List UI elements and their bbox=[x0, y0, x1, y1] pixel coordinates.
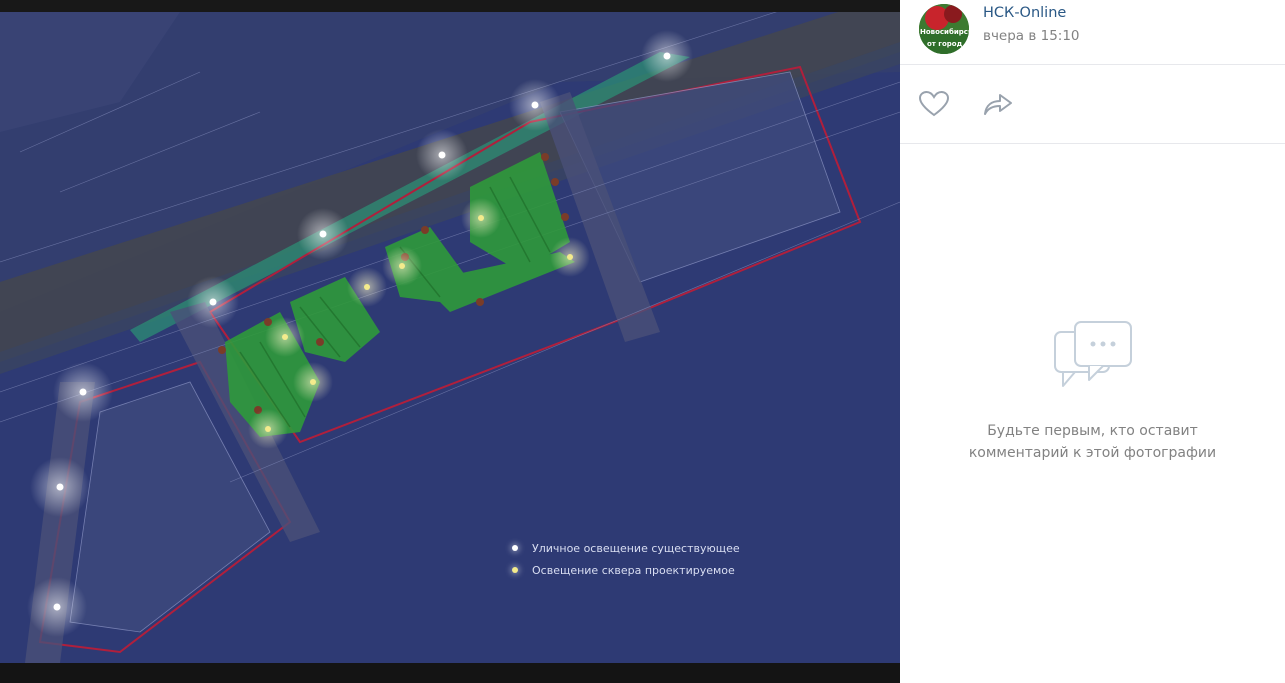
viewer-topbar bbox=[0, 0, 900, 12]
share-button[interactable] bbox=[981, 87, 1015, 121]
photo-image[interactable]: Уличное освещение существующее Освещение… bbox=[0, 12, 900, 663]
photo-sidebar: Новосибирск от город НСК-Online вчера в … bbox=[900, 0, 1285, 683]
post-actions bbox=[900, 65, 1285, 144]
share-arrow-icon bbox=[984, 94, 1012, 115]
author-name-link[interactable]: НСК-Online bbox=[983, 5, 1066, 21]
comments-empty-text: Будьте первым, кто оставит комментарий к… bbox=[968, 423, 1217, 461]
legend-label: Уличное освещение существующее bbox=[532, 541, 740, 555]
legend-dot-projected bbox=[512, 567, 518, 573]
post-author-header: Новосибирск от город НСК-Online вчера в … bbox=[900, 0, 1285, 65]
post-time[interactable]: вчера в 15:10 bbox=[983, 28, 1080, 44]
comments-icon bbox=[1053, 321, 1132, 387]
avatar-subcaption: от город bbox=[927, 40, 963, 48]
avatar[interactable]: Новосибирск от город bbox=[919, 4, 969, 54]
legend-item: Уличное освещение существующее bbox=[512, 537, 740, 559]
map-legend: Уличное освещение существующее Освещение… bbox=[512, 537, 740, 581]
like-button[interactable] bbox=[917, 87, 951, 121]
heart-icon bbox=[919, 91, 949, 117]
photo-viewer: Уличное освещение существующее Освещение… bbox=[0, 0, 900, 683]
comments-empty-state: Будьте первым, кто оставит комментарий к… bbox=[900, 320, 1285, 464]
legend-dot-existing bbox=[512, 545, 518, 551]
lighting-plan-drawing bbox=[0, 12, 900, 663]
legend-item: Освещение сквера проектируемое bbox=[512, 559, 740, 581]
legend-label: Освещение сквера проектируемое bbox=[532, 563, 735, 577]
avatar-caption: Новосибирск bbox=[920, 28, 969, 36]
